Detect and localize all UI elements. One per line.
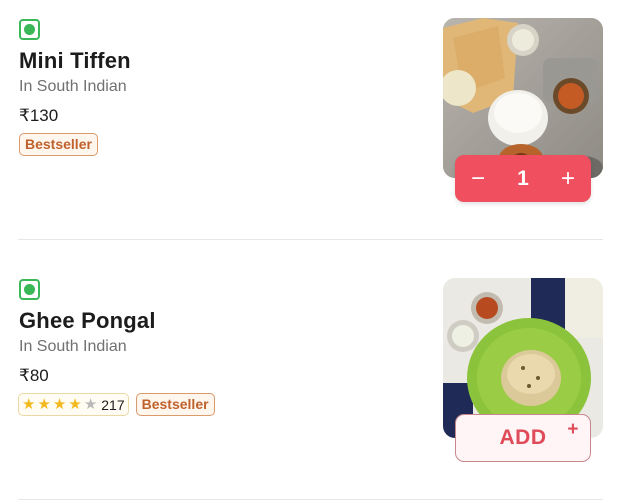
menu-item-mini-tiffen: Mini Tiffen In South Indian ₹130 Bestsel… xyxy=(0,0,621,240)
dish-image[interactable] xyxy=(443,18,603,178)
bestseller-badge: Bestseller xyxy=(135,393,215,416)
dish-category: In South Indian xyxy=(19,338,127,355)
dish-name[interactable]: Mini Tiffen xyxy=(19,48,131,74)
star-icon: ★ xyxy=(68,396,82,413)
rating-badge[interactable]: ★ ★ ★ ★ ★ 217 xyxy=(18,393,129,416)
star-empty-icon: ★ xyxy=(83,396,98,413)
add-plus-icon: + xyxy=(567,419,579,440)
bestseller-badge: Bestseller xyxy=(19,133,98,156)
dish-price: ₹130 xyxy=(19,106,59,125)
rating-count: 217 xyxy=(101,396,125,413)
veg-indicator-icon xyxy=(19,279,40,300)
menu-item-ghee-pongal: Ghee Pongal In South Indian ₹80 ★ ★ ★ ★ … xyxy=(0,240,621,500)
quantity-stepper[interactable]: − 1 + xyxy=(455,155,591,202)
quantity-value: 1 xyxy=(517,166,529,190)
menu-list: Mini Tiffen In South Indian ₹130 Bestsel… xyxy=(0,0,621,500)
decrement-button[interactable]: − xyxy=(455,155,501,202)
dish-price: ₹80 xyxy=(19,366,49,385)
add-button[interactable]: ADD + xyxy=(455,414,591,462)
add-button-label: ADD xyxy=(499,426,547,449)
veg-indicator-icon xyxy=(19,19,40,40)
dish-name[interactable]: Ghee Pongal xyxy=(19,308,156,334)
star-icon: ★ xyxy=(22,396,36,413)
dish-category: In South Indian xyxy=(19,78,127,95)
star-icon: ★ xyxy=(37,396,51,413)
south-indian-platter-icon xyxy=(443,18,603,178)
star-icon: ★ xyxy=(52,396,67,413)
increment-button[interactable]: + xyxy=(545,155,591,202)
